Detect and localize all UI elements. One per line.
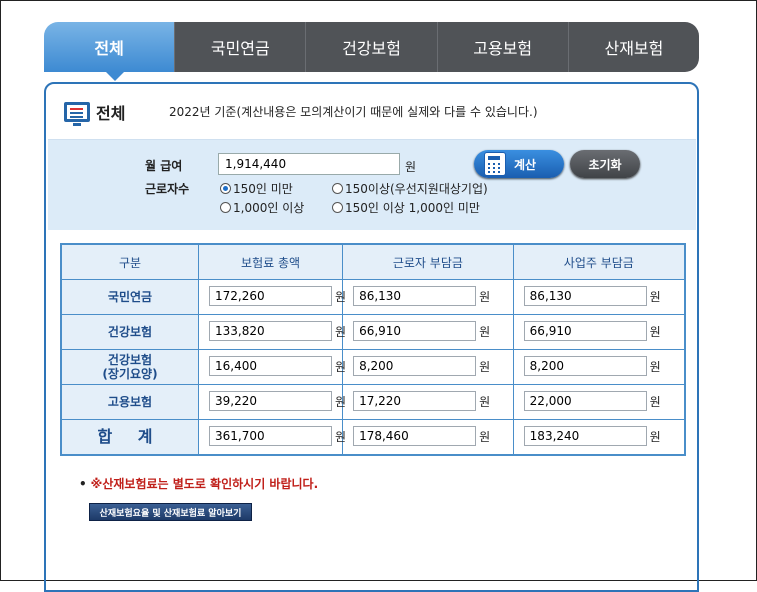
- table-header-row: 구분 보험료 총액 근로자 부담금 사업주 부담금: [60, 243, 686, 280]
- salary-input[interactable]: 1,914,440: [218, 153, 400, 175]
- unit-label: 원: [649, 430, 661, 444]
- unit-label: 원: [479, 360, 491, 374]
- basis-note: 2022년 기준(계산내용은 모의계산이기 때문에 실제와 다를 수 있습니다.…: [169, 105, 538, 119]
- worker-field[interactable]: 8,200: [353, 356, 477, 376]
- total-field[interactable]: 133,820: [209, 321, 332, 341]
- worker-field[interactable]: 178,460: [353, 426, 477, 446]
- unit-label: 원: [479, 290, 491, 304]
- unit-label: 원: [649, 290, 661, 304]
- premium-table: 구분 보험료 총액 근로자 부담금 사업주 부담금 국민연금 172,260 원 …: [60, 243, 686, 456]
- tab-all[interactable]: 전체: [44, 22, 176, 81]
- notice-text: • ※산재보험료는 별도로 확인하시기 바랍니다.: [79, 475, 318, 492]
- salary-unit: 원: [405, 160, 417, 174]
- worker-field[interactable]: 66,910: [353, 321, 477, 341]
- employer-field[interactable]: 22,000: [523, 391, 647, 411]
- row-label: 고용보험: [60, 384, 199, 420]
- total-field[interactable]: 39,220: [209, 391, 332, 411]
- unit-label: 원: [479, 395, 491, 409]
- bullet: •: [79, 477, 87, 491]
- tab-industrial-accident-insurance[interactable]: 산재보험: [568, 22, 700, 72]
- tab-health-insurance[interactable]: 건강보험: [306, 22, 438, 72]
- unit-label: 원: [649, 325, 661, 339]
- employer-field[interactable]: 86,130: [523, 286, 647, 306]
- radio-selected-icon[interactable]: [220, 183, 231, 194]
- input-section: 월 급여 1,914,440 원 근로자수 150인 미만 150이상(우선지원…: [48, 139, 696, 230]
- row-label: 건강보험: [60, 314, 199, 350]
- row-label-line1: 건강보험: [107, 353, 153, 367]
- tab-bar: 전체 국민연금 건강보험 고용보험 산재보험: [44, 22, 700, 81]
- table-total-row: 합 계 361,700 원 178,460 원 183,240 원: [60, 419, 686, 456]
- row-label-line2: (장기요양): [102, 367, 158, 381]
- radio-1000-over[interactable]: 1,000인 이상: [220, 199, 304, 216]
- total-field[interactable]: 16,400: [209, 356, 332, 376]
- radio-icon[interactable]: [220, 202, 231, 213]
- column-header: 근로자 부담금: [342, 243, 514, 280]
- section-title: 전체: [96, 104, 126, 123]
- notice-message: ※산재보험료는 별도로 확인하시기 바랍니다.: [90, 477, 319, 491]
- radio-under-150[interactable]: 150인 미만: [220, 180, 293, 197]
- employer-field[interactable]: 8,200: [523, 356, 647, 376]
- worker-field[interactable]: 17,220: [353, 391, 477, 411]
- unit-label: 원: [479, 430, 491, 444]
- row-label: 국민연금: [60, 279, 199, 315]
- reset-button[interactable]: 초기화: [570, 150, 640, 178]
- content-panel: 전체 2022년 기준(계산내용은 모의계산이기 때문에 실제와 다를 수 있습…: [44, 82, 699, 592]
- column-header: 구분: [60, 243, 199, 280]
- section-header: 전체: [64, 100, 126, 126]
- row-label: 건강보험 (장기요양): [60, 349, 199, 385]
- table-row: 고용보험 39,220 원 17,220 원 22,000 원: [60, 384, 686, 420]
- worker-field[interactable]: 86,130: [353, 286, 477, 306]
- tab-employment-insurance[interactable]: 고용보험: [437, 22, 569, 72]
- column-header: 사업주 부담금: [512, 243, 686, 280]
- radio-icon[interactable]: [332, 183, 343, 194]
- table-row: 국민연금 172,260 원 86,130 원 86,130 원: [60, 279, 686, 315]
- unit-label: 원: [649, 395, 661, 409]
- calculate-button[interactable]: 계산: [474, 150, 564, 178]
- unit-label: 원: [649, 360, 661, 374]
- unit-label: 원: [479, 325, 491, 339]
- employer-field[interactable]: 66,910: [523, 321, 647, 341]
- workers-label: 근로자수: [145, 182, 190, 196]
- total-field[interactable]: 361,700: [209, 426, 332, 446]
- total-field[interactable]: 172,260: [209, 286, 332, 306]
- column-header: 보험료 총액: [197, 243, 344, 280]
- total-label: 합 계: [60, 419, 199, 456]
- employer-field[interactable]: 183,240: [523, 426, 647, 446]
- radio-150-priority[interactable]: 150이상(우선지원대상기업): [332, 180, 488, 197]
- table-row: 건강보험 (장기요양) 16,400 원 8,200 원 8,200 원: [60, 349, 686, 385]
- tab-national-pension[interactable]: 국민연금: [175, 22, 307, 72]
- table-row: 건강보험 133,820 원 66,910 원 66,910 원: [60, 314, 686, 350]
- monitor-icon: [64, 102, 90, 126]
- calculator-icon: [484, 152, 506, 176]
- radio-icon[interactable]: [332, 202, 343, 213]
- industrial-accident-rate-button[interactable]: 산재보험요율 및 산재보험료 알아보기: [89, 503, 252, 521]
- radio-150-to-1000[interactable]: 150인 이상 1,000인 미만: [332, 199, 480, 216]
- salary-label: 월 급여: [145, 159, 183, 173]
